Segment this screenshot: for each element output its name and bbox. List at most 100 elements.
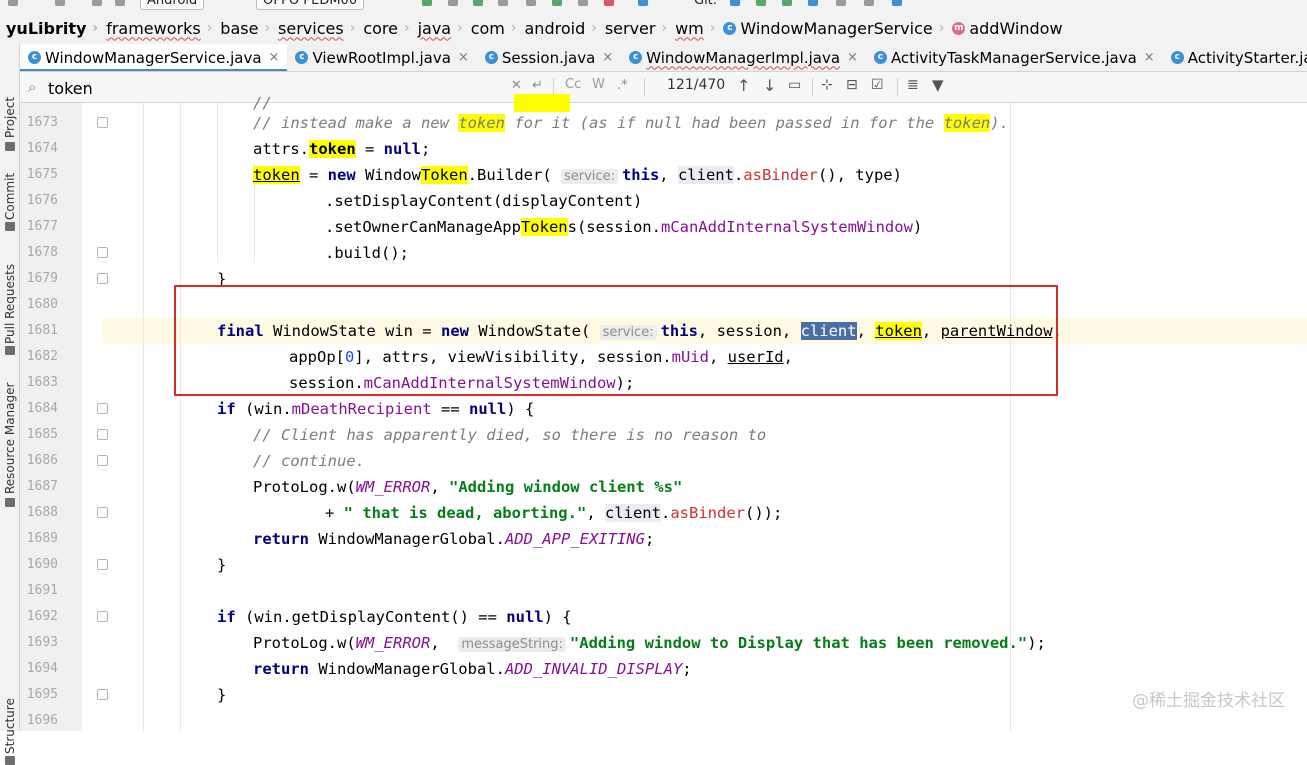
commit-tool-tab[interactable]: Commit: [1, 173, 19, 231]
structure-icon: [5, 756, 15, 765]
git-push-icon[interactable]: [782, 0, 792, 6]
class-icon: c: [1170, 51, 1184, 64]
structure-tool-tab[interactable]: Structure: [1, 694, 19, 765]
run-icon[interactable]: [422, 0, 432, 6]
commit-icon: [5, 222, 15, 231]
class-icon: c: [629, 51, 643, 64]
tab-activity-task-manager-service[interactable]: c ActivityTaskManagerService.java ×: [866, 44, 1163, 71]
breadcrumb-item[interactable]: base ›: [214, 19, 272, 38]
sync-icon[interactable]: [578, 0, 588, 6]
translate-icon[interactable]: [892, 0, 902, 6]
parameter-hint: messageString:: [458, 637, 566, 652]
forward-arrow-icon[interactable]: [115, 0, 125, 6]
class-icon: c: [295, 51, 309, 64]
folder-icon: [5, 142, 15, 151]
chevron-right-icon: ›: [938, 20, 945, 36]
resource-manager-icon: [5, 498, 15, 507]
undo-icon[interactable]: [8, 0, 18, 6]
method-icon: m: [952, 21, 966, 35]
class-icon: c: [484, 51, 498, 64]
tab-window-manager-impl[interactable]: c WindowManagerImpl.java ×: [621, 44, 866, 71]
class-icon: c: [723, 21, 737, 35]
code-line: 1696: [26, 713, 58, 728]
class-icon: c: [28, 51, 41, 64]
apply-code-icon[interactable]: [552, 0, 562, 6]
chevron-right-icon: ›: [264, 20, 271, 36]
chevron-right-icon: ›: [92, 20, 99, 36]
annotation-highlight-box: [174, 285, 1058, 396]
code-line: 1684 if (win.mDeathRecipient == null) {: [26, 400, 535, 418]
breadcrumb-item[interactable]: com ›: [465, 19, 519, 38]
code-line: 1673 // instead make a new token for it …: [26, 114, 1009, 132]
code-line: 1694 return WindowManagerGlobal.ADD_INVA…: [26, 660, 692, 678]
code-line: 1675 token = new WindowToken.Builder( se…: [26, 166, 902, 184]
git-history-icon[interactable]: [808, 0, 818, 6]
tab-activity-starter[interactable]: c ActivityStarter.java ×: [1163, 44, 1307, 71]
code-line: 1691: [26, 583, 58, 598]
search-everywhere-icon[interactable]: [864, 0, 874, 6]
breadcrumb-item[interactable]: server ›: [599, 19, 669, 38]
parameter-hint: service:: [561, 169, 618, 184]
code-line: 1692 if (win.getDisplayContent() == null…: [26, 608, 572, 626]
tab-window-manager-service[interactable]: c WindowManagerService.java ×: [20, 44, 288, 71]
resource-manager-tool-tab[interactable]: Resource Manager: [1, 383, 19, 508]
chevron-right-icon: ›: [457, 20, 463, 36]
chevron-right-icon: ›: [206, 20, 213, 36]
close-icon[interactable]: ×: [458, 50, 469, 65]
close-icon[interactable]: ×: [1144, 50, 1155, 65]
editor-tabs: c WindowManagerService.java × c ViewRoot…: [20, 44, 1307, 72]
device-selector[interactable]: OPPO PEDM00: [256, 0, 365, 10]
breadcrumb-item[interactable]: frameworks ›: [100, 19, 214, 38]
code-editor[interactable]: // 1673 // instead make a new token for …: [20, 94, 1307, 731]
close-icon[interactable]: ×: [269, 50, 280, 65]
breadcrumb: yuLibrity › frameworks › base › services › c…: [0, 12, 1307, 45]
apply-changes-icon[interactable]: [526, 0, 536, 6]
main-toolbar: Android OPPO PEDM00 Git:: [0, 0, 1307, 12]
debug-icon[interactable]: [448, 0, 458, 6]
pull-request-icon: [5, 346, 15, 355]
left-tool-strip: Project Commit Pull Requests Resource Ma…: [0, 44, 20, 765]
attach-icon[interactable]: [498, 0, 508, 6]
close-icon[interactable]: ×: [602, 50, 613, 65]
code-line: 1676 .setDisplayContent(displayContent): [26, 192, 643, 210]
back-arrow-icon[interactable]: [92, 0, 102, 6]
breadcrumb-item[interactable]: services ›: [272, 19, 357, 38]
breadcrumb-item[interactable]: core ›: [357, 19, 411, 38]
chevron-right-icon: ›: [591, 20, 597, 36]
breadcrumb-class[interactable]: c WindowManagerService ›: [717, 19, 946, 38]
code-line: 1688 + " that is dead, aborting.", clien…: [26, 504, 783, 522]
code-line: 1677 .setOwnerCanManageAppTokens(session…: [26, 218, 923, 236]
refresh-icon[interactable]: [55, 0, 65, 6]
stop-icon[interactable]: [604, 0, 614, 6]
tab-view-root-impl[interactable]: c ViewRootImpl.java ×: [287, 44, 476, 71]
git-label: Git:: [694, 0, 718, 8]
chevron-right-icon: ›: [403, 20, 410, 36]
code-line: 1695 }: [26, 686, 227, 704]
code-line: 1689 return WindowManagerGlobal.ADD_APP_…: [26, 530, 655, 548]
code-line: 1686 // continue.: [26, 452, 365, 470]
code-line: 1687 ProtoLog.w(WM_ERROR, "Adding window…: [26, 478, 683, 496]
git-commit-icon[interactable]: [756, 0, 766, 6]
code-line: 1678 .build();: [26, 244, 409, 262]
tab-session[interactable]: c Session.java ×: [477, 44, 621, 71]
chevron-right-icon: ›: [349, 20, 356, 36]
breadcrumb-item[interactable]: wm ›: [669, 19, 717, 38]
breadcrumb-method[interactable]: m addWindow: [946, 19, 1064, 38]
git-update-icon[interactable]: [730, 0, 740, 6]
git-rollback-icon[interactable]: [836, 0, 846, 6]
breadcrumb-project[interactable]: yuLibrity ›: [0, 19, 100, 38]
chevron-right-icon: ›: [661, 20, 668, 36]
chevron-right-icon: ›: [510, 20, 517, 36]
code-line: 1674 attrs.token = null;: [26, 140, 431, 158]
pull-requests-tool-tab[interactable]: Pull Requests: [1, 262, 19, 355]
project-tool-tab[interactable]: Project: [1, 97, 19, 151]
code-line: 1685 // Client has apparently died, so t…: [26, 426, 767, 444]
breadcrumb-item[interactable]: java ›: [412, 19, 465, 38]
run-config-selector[interactable]: Android: [140, 0, 205, 10]
profile-icon[interactable]: [473, 0, 483, 6]
avd-manager-icon[interactable]: [638, 0, 648, 6]
close-icon[interactable]: ×: [847, 50, 858, 65]
code-line: 1693 ProtoLog.w(WM_ERROR, messageString:…: [26, 634, 1046, 652]
chevron-right-icon: ›: [709, 20, 716, 36]
breadcrumb-item[interactable]: android ›: [519, 19, 599, 38]
